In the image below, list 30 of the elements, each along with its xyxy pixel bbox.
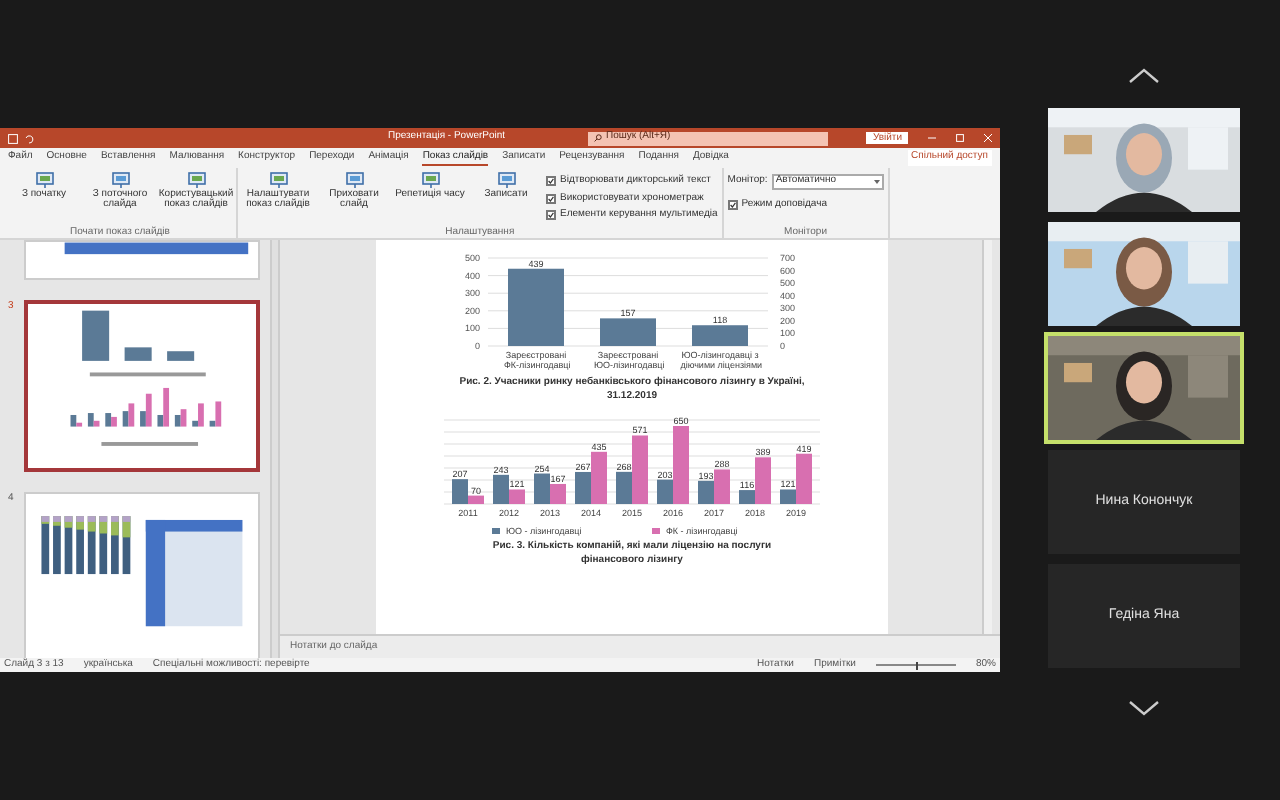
legend-swatch: [492, 528, 500, 534]
checkbox[interactable]: [727, 200, 738, 211]
presentation-icon: [35, 172, 53, 188]
slide-scrollbar[interactable]: [982, 240, 992, 634]
bar: [600, 318, 656, 346]
thumbnail-scrollbar[interactable]: [270, 240, 280, 658]
undo-icon[interactable]: [24, 133, 34, 143]
chevron-down-icon[interactable]: [1128, 700, 1160, 716]
search-icon: [594, 134, 602, 142]
presentation-icon: [421, 172, 439, 188]
maximize-icon[interactable]: [956, 134, 964, 142]
checkbox[interactable]: [546, 210, 556, 221]
legend-swatch: [652, 528, 660, 534]
bar: [508, 268, 564, 346]
checkbox[interactable]: [546, 193, 556, 204]
close-icon[interactable]: [984, 134, 992, 142]
chevron-up-icon[interactable]: [1128, 68, 1160, 84]
presentation-icon: [345, 172, 363, 188]
presentation-icon: [497, 172, 515, 188]
checkmark-icon: [548, 212, 554, 219]
checkmark-icon: [548, 178, 554, 185]
presentation-icon: [187, 172, 205, 188]
checkmark-icon: [548, 195, 554, 202]
checkmark-icon: [729, 202, 736, 209]
slide-thumbnail[interactable]: [24, 300, 260, 472]
checkbox[interactable]: [546, 176, 556, 187]
presentation-icon: [269, 172, 287, 188]
caret-icon: [873, 180, 880, 184]
bar: [692, 325, 748, 346]
presentation-icon: [111, 172, 129, 188]
